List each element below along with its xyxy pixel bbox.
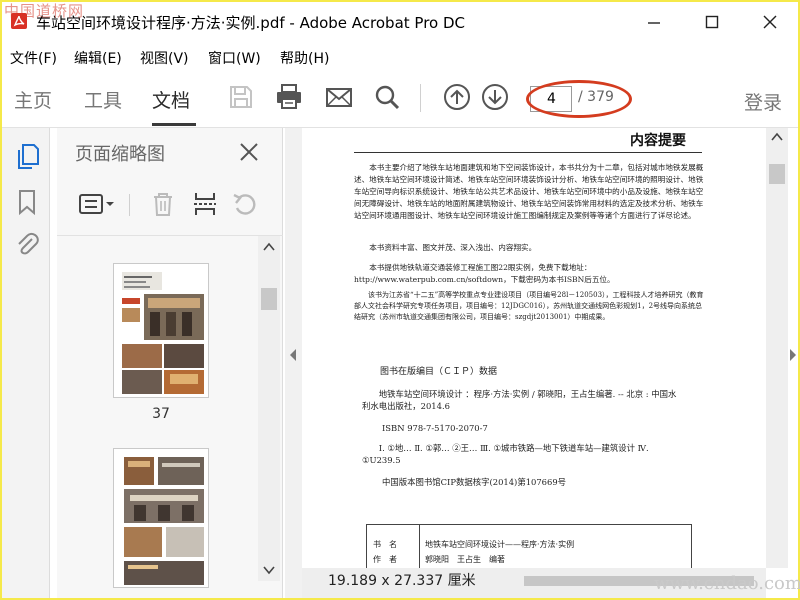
cip-isbn: ISBN 978-7-5170-2070-7	[382, 423, 488, 433]
next-page-icon[interactable]	[480, 82, 510, 112]
acrobat-window: 车站空间环境设计程序·方法·实例.pdf - Adobe Acrobat Pro…	[2, 2, 798, 598]
extract-pages-icon[interactable]	[191, 190, 219, 218]
page-thumbnails-icon[interactable]	[14, 142, 40, 170]
panel-splitter[interactable]	[285, 128, 302, 598]
thumbnail-page-label: 37	[152, 406, 170, 422]
active-tab-indicator	[152, 123, 196, 126]
page-thumbnail[interactable]	[113, 263, 209, 398]
close-window-icon[interactable]	[758, 10, 782, 34]
toolbar-separator	[420, 84, 421, 112]
scrollbar-thumb[interactable]	[769, 164, 785, 184]
heading-rule	[354, 152, 702, 153]
rotate-page-icon[interactable]	[231, 190, 259, 218]
summary-paragraph: 本书资料丰富、图文并茂、深入浅出、内容翔实。	[369, 243, 537, 252]
cip-number: 中国版本图书馆CIP数据核字(2014)第107669号	[382, 477, 567, 487]
scroll-up-icon[interactable]	[771, 132, 783, 142]
thumbnail-panel: 页面缩略图 37	[57, 128, 283, 598]
cip-title: 图书在版编目（ＣＩＰ）数据	[380, 367, 498, 377]
download-paragraph: 本书提供地铁轨道交通装修工程施工图22眼实例，免费下载地址：http://www…	[354, 263, 615, 284]
title-bar: 车站空间环境设计程序·方法·实例.pdf - Adobe Acrobat Pro…	[2, 2, 798, 44]
tab-home[interactable]: 主页	[14, 86, 52, 113]
bookmark-icon[interactable]	[14, 188, 40, 216]
document-scrollbar[interactable]	[766, 128, 788, 568]
page-dimensions: 19.189 x 27.337 厘米	[328, 573, 476, 589]
thumbnail-image	[114, 449, 208, 587]
scroll-up-icon[interactable]	[263, 242, 275, 252]
summary-paragraph: 本书主要介绍了地铁车站地面建筑和地下空间装饰设计，本书共分为十二章，包括对城市地…	[354, 163, 704, 220]
left-rail	[2, 128, 50, 598]
watermark-top-left: 中国道桥网	[4, 2, 85, 20]
menu-window[interactable]: 窗口(W)	[208, 48, 261, 68]
window-title: 车站空间环境设计程序·方法·实例.pdf - Adobe Acrobat Pro…	[36, 14, 466, 32]
minimize-icon[interactable]	[642, 10, 666, 34]
print-icon[interactable]	[274, 82, 304, 112]
maximize-icon[interactable]	[700, 10, 724, 34]
menu-view[interactable]: 视图(V)	[140, 48, 189, 68]
previous-page-icon[interactable]	[442, 82, 472, 112]
expand-right-pane-icon[interactable]	[788, 348, 798, 362]
close-panel-icon[interactable]	[237, 140, 261, 164]
document-view[interactable]: 内容提要 本书主要介绍了地铁车站地面建筑和地下空间装饰设计，本书共分为十二章，包…	[302, 128, 798, 598]
panel-tool-separator	[129, 194, 130, 216]
funding-paragraph: 该书为江苏省“十二五”高等学校重点专业建设项目（项目编号28l－120503），…	[354, 291, 704, 321]
scrollbar-thumb[interactable]	[261, 288, 277, 310]
save-icon[interactable]	[226, 82, 256, 112]
delete-page-icon[interactable]	[149, 190, 177, 218]
panel-toolbar	[57, 176, 283, 236]
thumbnail-image	[114, 264, 208, 397]
menu-file[interactable]: 文件(F)	[10, 48, 57, 68]
table-label: 书 名	[373, 540, 397, 549]
menu-bar: 文件(F) 编辑(E) 视图(V) 窗口(W) 帮助(H)	[2, 44, 798, 70]
search-icon[interactable]	[372, 82, 402, 112]
thumbnail-scrollbar[interactable]	[258, 236, 280, 581]
tab-tools[interactable]: 工具	[84, 86, 122, 113]
page-heading: 内容提要	[630, 133, 686, 149]
menu-edit[interactable]: 编辑(E)	[74, 48, 122, 68]
collapse-panel-icon[interactable]	[288, 348, 298, 362]
menu-help[interactable]: 帮助(H)	[280, 48, 329, 68]
email-icon[interactable]	[324, 82, 354, 112]
options-menu-icon[interactable]	[77, 190, 117, 218]
page-thumbnail[interactable]	[113, 448, 209, 588]
cip-classification: Ⅰ. ①地… Ⅱ. ①郭… ②王… Ⅲ. ①城市铁路—地下铁道车站—建筑设计 Ⅳ…	[362, 443, 649, 465]
table-value: 郭晓阳 王占生 编著	[425, 555, 505, 564]
highlight-oval-annotation	[526, 80, 632, 118]
attachment-icon[interactable]	[14, 230, 40, 258]
cip-entry: 地铁车站空间环境设计 ：程序·方法·实例 / 郭晓阳，王占生编著. -- 北京 …	[362, 389, 677, 411]
tab-document[interactable]: 文档	[152, 86, 190, 113]
table-value: 地铁车站空间环境设计——程序·方法·实例	[425, 540, 575, 549]
watermark-bottom-right: www.cndao.com	[654, 573, 800, 594]
login-button[interactable]: 登录	[744, 88, 782, 115]
main-toolbar: 主页 工具 文档 4 / 379 登录	[2, 70, 798, 128]
scroll-down-icon[interactable]	[263, 565, 275, 575]
panel-title: 页面缩略图	[75, 144, 165, 165]
table-label: 作 者	[373, 555, 397, 564]
